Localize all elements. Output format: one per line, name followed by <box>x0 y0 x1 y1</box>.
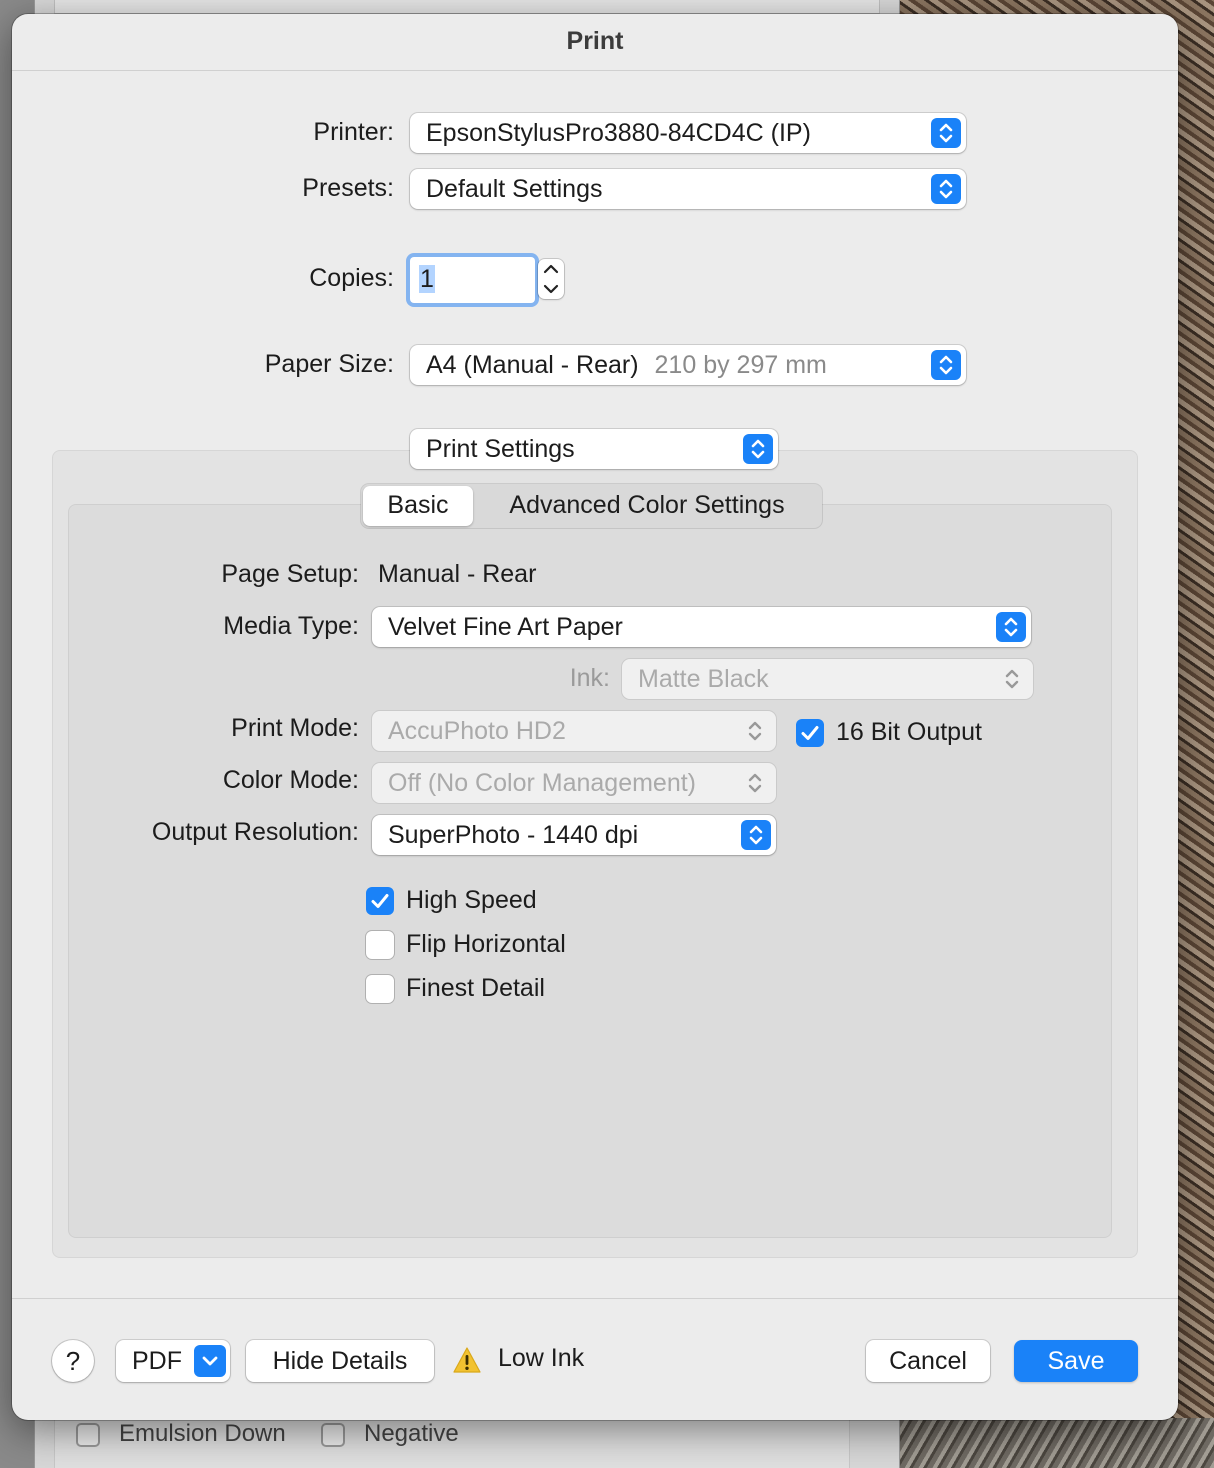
color-mode-value: Off (No Color Management) <box>388 769 696 797</box>
chevron-updown-icon <box>740 716 770 746</box>
page-setup-label: Page Setup: <box>221 560 359 588</box>
bit-output-checkbox[interactable] <box>796 719 824 747</box>
copies-stepper[interactable] <box>538 259 564 299</box>
warning-icon <box>452 1346 482 1374</box>
printer-value: EpsonStylusPro3880-84CD4C (IP) <box>426 119 811 147</box>
emulsion-down-label: Emulsion Down <box>119 1420 286 1447</box>
panel-select[interactable]: Print Settings <box>410 429 778 469</box>
printer-label: Printer: <box>313 118 394 146</box>
paper-size-detail: 210 by 297 mm <box>654 351 827 379</box>
page-setup-value: Manual - Rear <box>378 560 537 588</box>
presets-select[interactable]: Default Settings <box>410 169 966 209</box>
chevron-updown-icon <box>741 820 771 850</box>
print-mode-label: Print Mode: <box>231 714 359 742</box>
chevron-updown-icon <box>931 174 961 204</box>
paper-size-select[interactable]: A4 (Manual - Rear) 210 by 297 mm <box>410 345 966 385</box>
chevron-updown-icon <box>931 350 961 380</box>
presets-label: Presets: <box>302 174 394 202</box>
ink-label: Ink: <box>569 664 610 692</box>
increment-icon[interactable] <box>538 259 564 279</box>
high-speed-checkbox[interactable] <box>366 887 394 915</box>
checkmark-icon <box>801 726 819 740</box>
color-mode-select[interactable]: Off (No Color Management) <box>372 763 776 803</box>
printer-select[interactable]: EpsonStylusPro3880-84CD4C (IP) <box>410 113 966 153</box>
output-resolution-value: SuperPhoto - 1440 dpi <box>388 821 639 849</box>
print-mode-value: AccuPhoto HD2 <box>388 717 566 745</box>
chevron-updown-icon <box>997 664 1027 694</box>
finest-detail-label: Finest Detail <box>406 974 545 1002</box>
bit-output-label: 16 Bit Output <box>836 718 982 746</box>
save-button[interactable]: Save <box>1014 1340 1138 1382</box>
cancel-button[interactable]: Cancel <box>866 1340 990 1382</box>
flip-horizontal-label: Flip Horizontal <box>406 930 566 958</box>
media-type-value: Velvet Fine Art Paper <box>388 613 623 641</box>
paper-size-value: A4 (Manual - Rear) <box>426 351 639 379</box>
ink-select[interactable]: Matte Black <box>622 659 1033 699</box>
copies-value: 1 <box>419 265 435 293</box>
copies-input[interactable]: 1 <box>410 257 535 303</box>
output-resolution-label: Output Resolution: <box>151 818 359 846</box>
print-mode-select[interactable]: AccuPhoto HD2 <box>372 711 776 751</box>
emulsion-down-checkbox[interactable] <box>76 1423 100 1447</box>
background-photo-bottom <box>900 1418 1214 1468</box>
flip-horizontal-checkbox[interactable] <box>366 931 394 959</box>
chevron-updown-icon <box>931 118 961 148</box>
output-resolution-select[interactable]: SuperPhoto - 1440 dpi <box>372 815 776 855</box>
background-panel-top <box>54 0 880 14</box>
finest-detail-checkbox[interactable] <box>366 975 394 1003</box>
help-button[interactable]: ? <box>52 1340 94 1382</box>
paper-size-label: Paper Size: <box>264 350 394 378</box>
chevron-updown-icon <box>996 612 1026 642</box>
presets-value: Default Settings <box>426 175 603 203</box>
tab-basic[interactable]: Basic <box>363 486 473 526</box>
print-dialog: Print Printer: EpsonStylusPro3880-84CD4C… <box>12 14 1178 1420</box>
chevron-updown-icon <box>743 434 773 464</box>
copies-label: Copies: <box>309 264 394 292</box>
low-ink-warning: Low Ink <box>498 1344 585 1372</box>
media-type-select[interactable]: Velvet Fine Art Paper <box>372 607 1031 647</box>
hide-details-button[interactable]: Hide Details <box>246 1340 434 1382</box>
dialog-title: Print <box>12 14 1178 71</box>
tab-advanced-color-settings[interactable]: Advanced Color Settings <box>477 484 817 528</box>
color-mode-label: Color Mode: <box>222 766 359 794</box>
footer-divider <box>12 1298 1178 1299</box>
decrement-icon[interactable] <box>538 279 564 299</box>
pdf-menu-button[interactable]: PDF <box>116 1340 230 1382</box>
media-type-label: Media Type: <box>223 612 359 640</box>
tab-bar: Basic Advanced Color Settings <box>361 484 822 528</box>
negative-checkbox[interactable] <box>321 1423 345 1447</box>
chevron-down-icon <box>194 1345 226 1377</box>
pdf-label: PDF <box>132 1347 182 1375</box>
chevron-updown-icon <box>740 768 770 798</box>
panel-select-value: Print Settings <box>426 435 575 463</box>
ink-value: Matte Black <box>638 665 769 693</box>
negative-label: Negative <box>364 1420 459 1447</box>
high-speed-label: High Speed <box>406 886 537 914</box>
checkmark-icon <box>371 894 389 908</box>
